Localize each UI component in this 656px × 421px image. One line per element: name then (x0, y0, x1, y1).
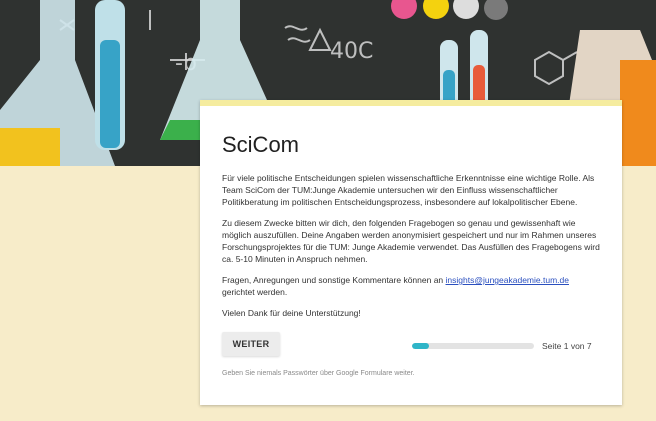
progress-bar-fill (412, 343, 430, 349)
contact-text: Fragen, Anregungen und sonstige Kommenta… (222, 275, 446, 285)
progress-bar (412, 343, 534, 349)
page-indicator: Seite 1 von 7 (542, 341, 592, 351)
form-title: SciCom (222, 132, 300, 157)
contact-text-suffix: gerichtet werden. (222, 287, 288, 297)
form-card: SciCom Für viele politische Entscheidung… (200, 100, 622, 405)
contact-email-link[interactable]: insights@jungeakademie.tum.de (446, 275, 569, 285)
description-paragraph-3: Fragen, Anregungen und sonstige Kommenta… (222, 274, 604, 298)
description-paragraph-2: Zu diesem Zwecke bitten wir dich, den fo… (222, 218, 600, 264)
description-paragraph-1: Für viele politische Entscheidungen spie… (222, 173, 595, 207)
next-button[interactable]: WEITER (222, 332, 280, 356)
password-warning: Geben Sie niemals Passwörter über Google… (222, 370, 415, 377)
description-paragraph-4: Vielen Dank für deine Unterstützung! (222, 308, 361, 318)
form-description: Für viele politische Entscheidungen spie… (222, 172, 604, 328)
svg-text:40C: 40C (330, 39, 373, 64)
